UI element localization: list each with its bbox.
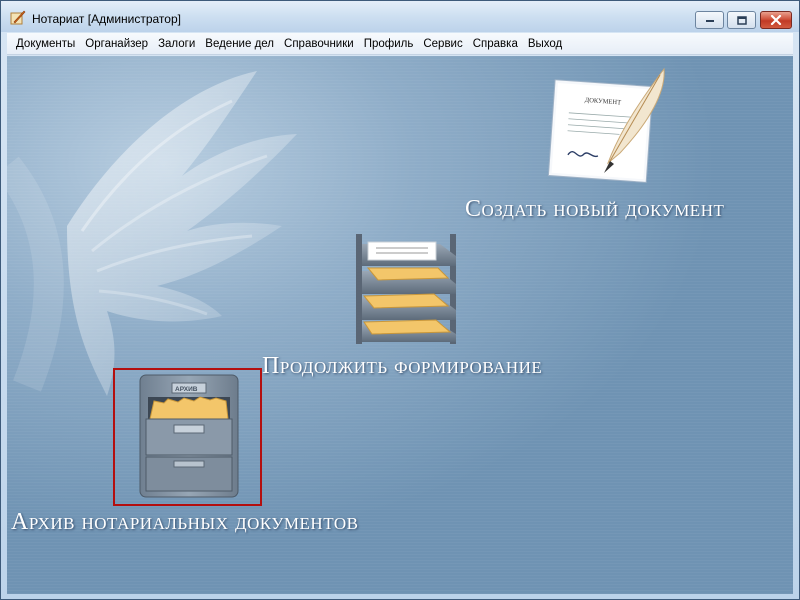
menu-organizer[interactable]: Органайзер <box>80 33 153 55</box>
menu-pledges[interactable]: Залоги <box>153 33 200 55</box>
menu-profile[interactable]: Профиль <box>359 33 419 55</box>
menu-bar: Документы Органайзер Залоги Ведение дел … <box>7 33 793 55</box>
menu-case-management[interactable]: Ведение дел <box>200 33 279 55</box>
menu-service[interactable]: Сервис <box>418 33 467 55</box>
close-icon <box>770 15 782 25</box>
maximize-button[interactable] <box>727 11 756 29</box>
window-title: Нотариат [Администратор] <box>32 12 181 26</box>
minimize-icon <box>705 20 714 22</box>
document-quill-icon: ДОКУМЕНТ <box>547 67 665 183</box>
menu-references[interactable]: Справочники <box>279 33 359 55</box>
main-panel: ДОКУМЕНТ Создать новый документ Продолжи… <box>7 56 793 594</box>
menu-documents[interactable]: Документы <box>11 33 80 55</box>
title-bar[interactable]: Нотариат [Администратор] <box>1 1 799 32</box>
menu-exit[interactable]: Выход <box>523 33 567 55</box>
close-button[interactable] <box>760 11 792 29</box>
paper-tray-icon <box>356 234 456 344</box>
menu-help[interactable]: Справка <box>468 33 523 55</box>
archive-action[interactable]: АРХИВ Архив нотариальных документов <box>7 371 377 541</box>
create-document-label: Создать новый документ <box>465 196 725 222</box>
app-window: Нотариат [Администратор] Документы Орган… <box>0 0 800 600</box>
maximize-icon <box>736 15 747 25</box>
create-document-action[interactable]: ДОКУМЕНТ Создать новый документ <box>465 61 767 231</box>
archive-label: Архив нотариальных документов <box>11 509 359 535</box>
notary-pen-icon <box>10 10 26 25</box>
minimize-button[interactable] <box>695 11 724 29</box>
svg-text:АРХИВ: АРХИВ <box>175 386 198 393</box>
file-cabinet-icon: АРХИВ <box>139 374 239 498</box>
continue-forming-action[interactable]: Продолжить формирование <box>262 226 562 386</box>
